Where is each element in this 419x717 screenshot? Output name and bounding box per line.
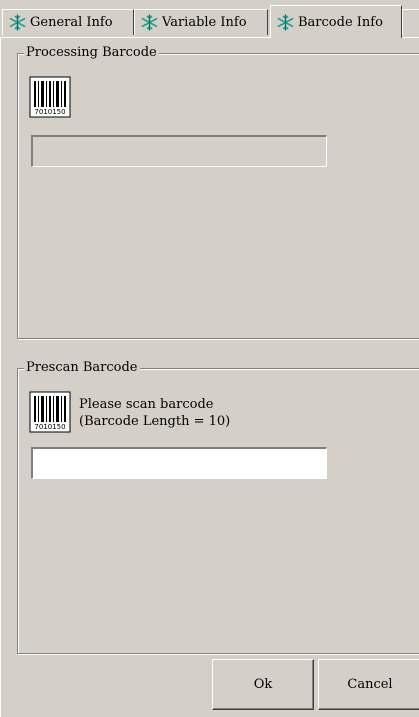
- tab-label: Variable Info: [162, 15, 247, 30]
- tab-barcode-info[interactable]: Barcode Info: [270, 5, 402, 38]
- tab-general-info[interactable]: General Info: [2, 9, 134, 35]
- snowflake-icon: [9, 14, 26, 31]
- prescan-barcode-title: Prescan Barcode: [24, 360, 140, 376]
- processing-barcode-field: [31, 135, 327, 167]
- tab-label: General Info: [30, 15, 113, 30]
- scan-prompt-line1: Please scan barcode: [79, 397, 214, 412]
- snowflake-icon: [277, 13, 294, 31]
- cancel-button[interactable]: Cancel: [318, 659, 419, 710]
- ok-button[interactable]: Ok: [212, 659, 314, 710]
- processing-barcode-number: 7010150: [34, 108, 65, 116]
- barcode-icon: 7010150: [29, 76, 71, 118]
- tab-strip: General Info Variable Info Barcode Info: [0, 0, 419, 40]
- prescan-barcode-number: 7010150: [34, 423, 65, 431]
- barcode-icon: 7010150: [29, 391, 71, 433]
- scan-prompt-line2: (Barcode Length = 10): [79, 414, 231, 429]
- scan-prompt: Please scan barcode (Barcode Length = 10…: [79, 396, 230, 430]
- processing-barcode-group: Processing Barcode: [17, 45, 419, 339]
- tab-variable-info[interactable]: Variable Info: [134, 9, 268, 35]
- snowflake-icon: [141, 14, 158, 31]
- tab-label: Barcode Info: [298, 14, 383, 30]
- prescan-barcode-input[interactable]: [31, 447, 327, 479]
- processing-barcode-title: Processing Barcode: [24, 45, 159, 61]
- tab-overflow[interactable]: [402, 9, 419, 35]
